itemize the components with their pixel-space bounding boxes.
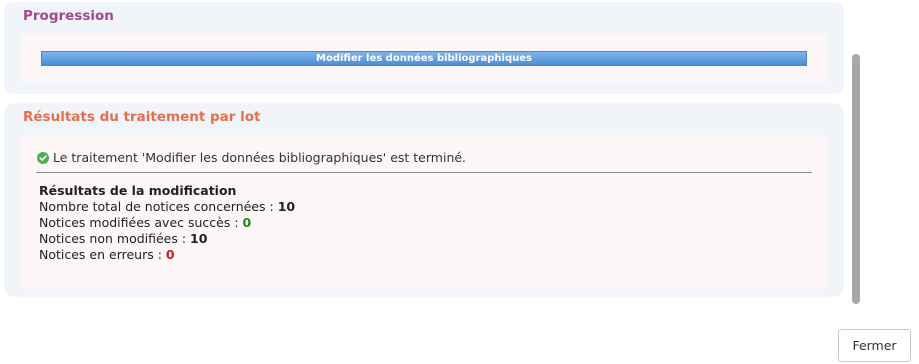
result-row-modified: Notices modifiées avec succès : 0 — [39, 215, 295, 231]
progress-bar: Modifier les données bibliographiques — [41, 51, 807, 66]
results-title: Résultats du traitement par lot — [23, 109, 261, 125]
result-value: 10 — [277, 199, 296, 214]
scrollbar-thumb[interactable] — [852, 54, 860, 304]
result-label: Nombre total de notices concernées : — [39, 199, 278, 214]
results-panel: Résultats du traitement par lot Le trait… — [4, 103, 844, 297]
progress-container: Modifier les données bibliographiques — [20, 34, 828, 82]
progress-label: Modifier les données bibliographiques — [316, 53, 532, 64]
result-value: 0 — [165, 247, 175, 262]
result-value: 10 — [190, 231, 208, 246]
batch-processing-dialog: Progression Modifier les données bibliog… — [0, 0, 919, 364]
progress-panel: Progression Modifier les données bibliog… — [4, 2, 844, 94]
close-button[interactable]: Fermer — [838, 329, 911, 362]
success-check-icon — [37, 151, 49, 164]
results-summary: Résultats de la modification Nombre tota… — [39, 183, 295, 263]
result-value: 0 — [242, 215, 252, 230]
results-container: Le traitement 'Modifier les données bibl… — [20, 135, 828, 289]
result-row-total: Nombre total de notices concernées : 10 — [39, 199, 295, 215]
progress-title: Progression — [23, 8, 114, 24]
results-heading: Résultats de la modification — [39, 183, 237, 198]
result-label: Notices modifiées avec succès : — [39, 215, 243, 230]
status-message: Le traitement 'Modifier les données bibl… — [53, 150, 467, 165]
divider — [36, 172, 812, 173]
result-label: Notices non modifiées : — [39, 231, 191, 246]
result-row-unmodified: Notices non modifiées : 10 — [39, 231, 295, 247]
result-label: Notices en erreurs : — [39, 247, 166, 262]
result-row-errors: Notices en erreurs : 0 — [39, 247, 295, 263]
status-line: Le traitement 'Modifier les données bibl… — [37, 150, 466, 165]
